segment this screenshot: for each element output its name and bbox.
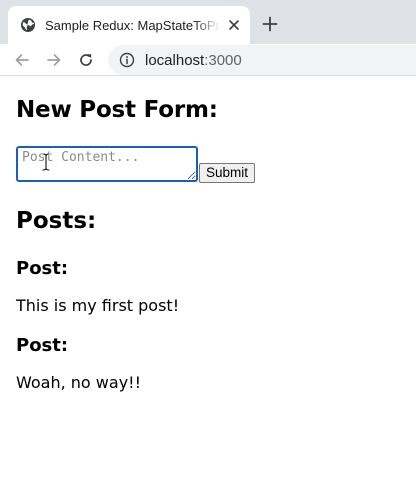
tab-title: Sample Redux: MapStateToProps — [45, 17, 220, 33]
url-port: :3000 — [204, 51, 242, 69]
forward-button[interactable] — [42, 48, 66, 72]
post-content-input[interactable] — [16, 146, 198, 182]
reload-button[interactable] — [74, 48, 98, 72]
post-content: This is my first post! — [16, 296, 180, 315]
post-item: Post: Woah, no way!! — [16, 335, 141, 392]
arrow-left-icon — [14, 52, 30, 68]
url-host: localhost — [145, 51, 205, 69]
plus-icon — [262, 16, 278, 32]
reload-icon — [78, 52, 94, 68]
post-label: Post: — [16, 258, 69, 279]
url-text: localhost:3000 — [145, 52, 242, 69]
post-label: Post: — [16, 335, 69, 356]
submit-button[interactable]: Submit — [199, 163, 256, 183]
page-content: New Post Form: Submit Posts: Post: This … — [0, 77, 416, 492]
close-icon[interactable] — [224, 15, 244, 35]
post-content: Woah, no way!! — [16, 373, 141, 392]
info-icon[interactable] — [119, 52, 135, 68]
globe-icon — [20, 17, 36, 33]
post-item: Post: This is my first post! — [16, 258, 179, 315]
browser-toolbar: localhost:3000 — [0, 44, 416, 76]
tab-strip: Sample Redux: MapStateToProps — [0, 0, 416, 44]
new-post-form: Submit — [16, 146, 256, 183]
address-bar[interactable]: localhost:3000 — [108, 45, 416, 75]
posts-heading: Posts: — [16, 208, 97, 234]
new-tab-button[interactable] — [258, 12, 282, 36]
arrow-right-icon — [46, 52, 62, 68]
browser-tab[interactable]: Sample Redux: MapStateToProps — [8, 6, 250, 44]
form-heading: New Post Form: — [16, 97, 218, 123]
back-button[interactable] — [10, 48, 34, 72]
